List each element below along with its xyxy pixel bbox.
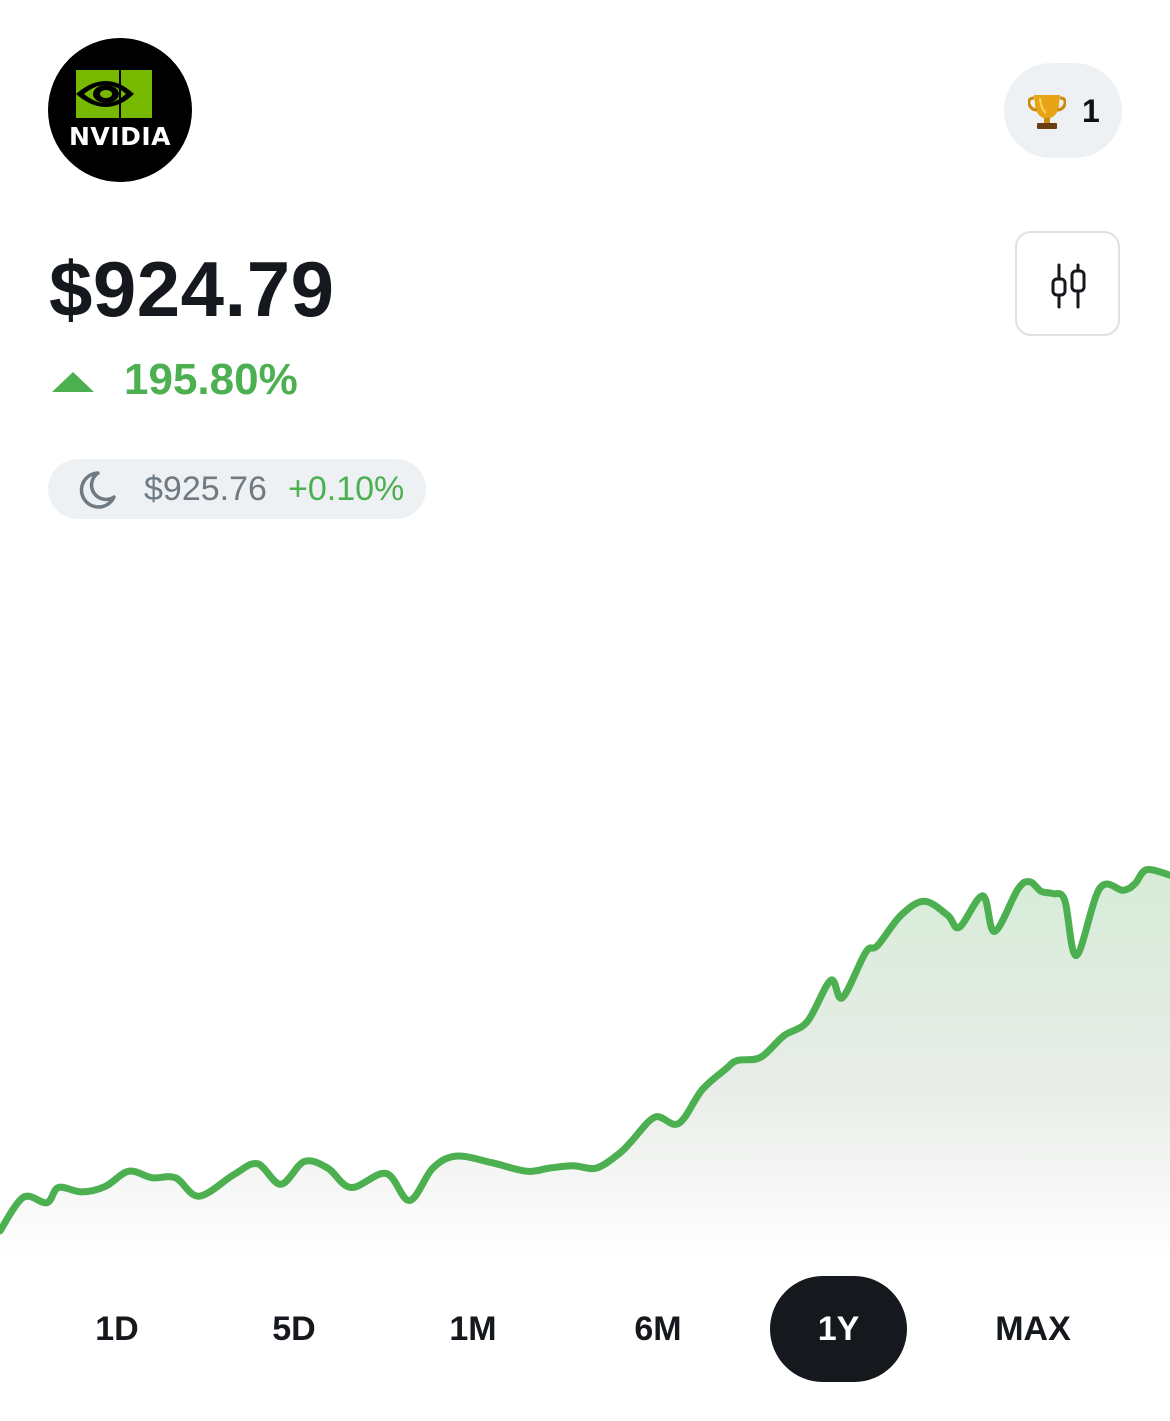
after-hours-price: $925.76	[144, 470, 267, 508]
range-1y-button[interactable]: 1Y	[770, 1276, 907, 1382]
range-6m-button[interactable]: 6M	[603, 1276, 713, 1382]
trophy-icon	[1028, 95, 1066, 129]
range-1m-button[interactable]: 1M	[418, 1276, 528, 1382]
up-triangle-icon	[52, 372, 94, 392]
range-5d-button[interactable]: 5D	[240, 1276, 348, 1382]
moon-icon	[79, 471, 116, 509]
stock-detail-screen: NVIDIA 1 $924.79 195.80% $925.76 +0.10% …	[0, 0, 1170, 1421]
trophy-badge[interactable]: 1	[1004, 63, 1122, 158]
price-chart[interactable]	[0, 540, 1170, 1260]
nvidia-logo: NVIDIA	[48, 38, 192, 182]
change-percent: 195.80%	[124, 355, 298, 404]
time-range-selector: 1D 5D 1M 6M 1Y MAX	[0, 1276, 1170, 1382]
logo-wordmark: NVIDIA	[69, 122, 171, 151]
candlestick-icon	[1051, 263, 1086, 309]
range-1d-button[interactable]: 1D	[62, 1276, 172, 1382]
trophy-count: 1	[1082, 93, 1100, 129]
after-hours-badge: $925.76 +0.10%	[48, 459, 426, 519]
chart-type-button[interactable]	[1015, 231, 1120, 336]
range-max-button[interactable]: MAX	[972, 1276, 1094, 1382]
current-price: $924.79	[49, 245, 335, 333]
nvidia-eye-icon	[76, 70, 152, 118]
after-hours-change: +0.10%	[288, 470, 405, 508]
